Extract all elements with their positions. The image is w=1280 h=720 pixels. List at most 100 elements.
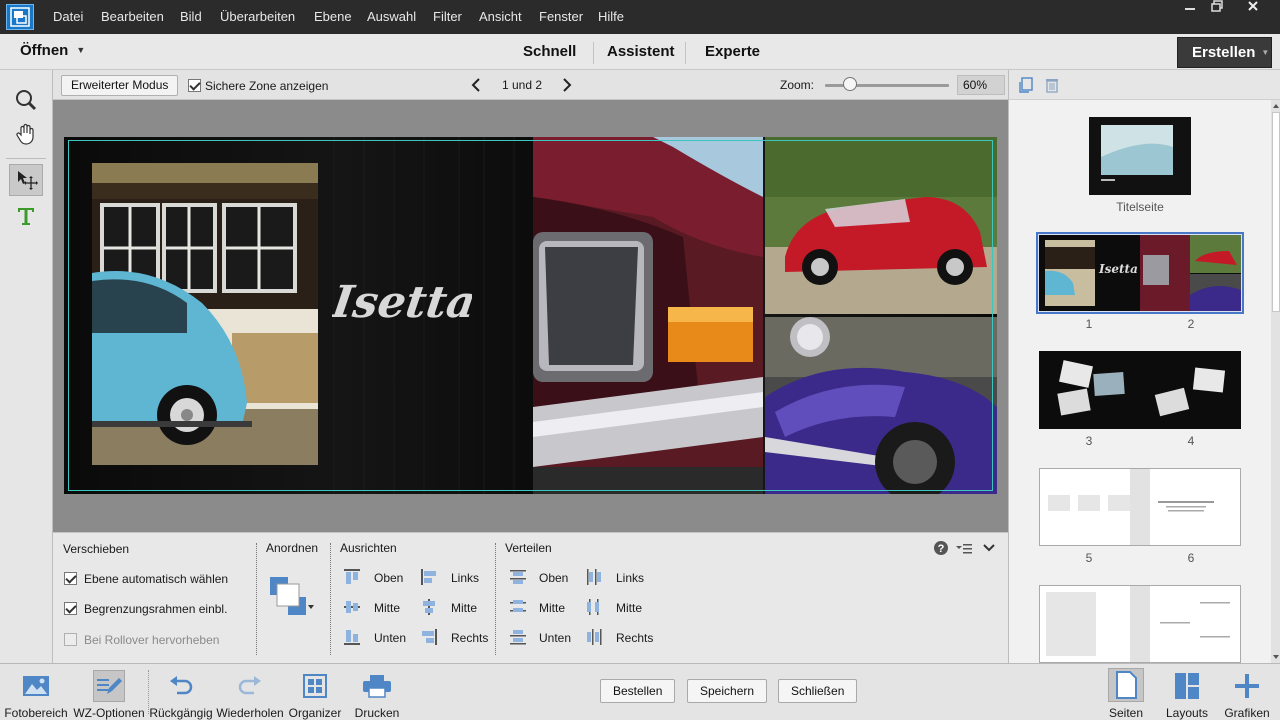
photo-red-convertible[interactable] <box>765 137 997 314</box>
print-button[interactable]: Drucken <box>350 664 404 720</box>
menu-ueberarbeiten[interactable]: Überarbeiten <box>220 9 295 24</box>
rollover-highlight-checkbox[interactable] <box>64 633 77 646</box>
redo-button[interactable]: Wiederholen <box>216 664 284 720</box>
create-button[interactable]: Erstellen ▼ <box>1177 37 1272 68</box>
undo-icon <box>165 670 197 702</box>
menu-ebene[interactable]: Ebene <box>314 9 352 24</box>
align-bottom-label[interactable]: Unten <box>374 631 406 645</box>
distribute-bottom-icon[interactable] <box>509 628 527 646</box>
safe-zone-checkbox[interactable] <box>188 79 201 92</box>
chevron-down-icon: ▼ <box>76 45 86 55</box>
align-middle-icon[interactable] <box>343 598 361 616</box>
align-left-icon[interactable] <box>420 568 438 586</box>
distribute-left-icon[interactable] <box>585 568 603 586</box>
save-button[interactable]: Speichern <box>687 679 768 703</box>
close-button[interactable]: Schließen <box>778 679 858 703</box>
distribute-middle-icon[interactable] <box>509 598 527 616</box>
page-thumb-5-6[interactable] <box>1039 468 1241 546</box>
tab-assistent[interactable]: Assistent <box>607 43 675 60</box>
tool-options-button[interactable]: WZ-Optionen <box>73 664 145 720</box>
layouts-button[interactable]: Layouts <box>1162 664 1212 720</box>
redo-icon <box>234 670 266 702</box>
page-thumb-title[interactable] <box>1089 117 1191 195</box>
delete-page-button[interactable] <box>1044 77 1060 93</box>
extended-mode-button[interactable]: Erweiterter Modus <box>61 75 179 96</box>
organizer-button[interactable]: Organizer <box>287 664 343 720</box>
undo-button[interactable]: Rückgängig <box>149 664 213 720</box>
distribute-right-label[interactable]: Rechts <box>616 631 653 645</box>
previous-page-button[interactable] <box>468 76 484 94</box>
photo-purple-car[interactable] <box>765 317 997 494</box>
next-page-button[interactable] <box>559 76 575 94</box>
isetta-title[interactable]: Isetta <box>332 276 472 328</box>
tab-experte[interactable]: Experte <box>705 43 760 60</box>
page-thumb-7-8[interactable] <box>1039 585 1241 663</box>
align-center-icon[interactable] <box>420 598 438 616</box>
photobook-spread[interactable]: Isetta <box>64 137 997 494</box>
align-left-label[interactable]: Links <box>451 571 479 585</box>
show-bounding-box-checkbox[interactable] <box>64 602 77 615</box>
menu-ansicht[interactable]: Ansicht <box>479 9 522 24</box>
menu-auswahl[interactable]: Auswahl <box>367 9 416 24</box>
menu-bearbeiten[interactable]: Bearbeiten <box>101 9 164 24</box>
zoom-value-field[interactable]: 60% <box>957 75 1005 95</box>
tab-schnell[interactable]: Schnell <box>523 43 576 60</box>
align-top-icon[interactable] <box>343 568 361 586</box>
hand-tool[interactable] <box>9 118 43 150</box>
distribute-top-icon[interactable] <box>509 568 527 586</box>
photo-purple-car-image <box>765 317 997 494</box>
distribute-top-label[interactable]: Oben <box>539 571 568 585</box>
restore-button[interactable] <box>1202 0 1232 18</box>
graphics-button[interactable]: Grafiken <box>1222 664 1272 720</box>
distribute-middle-label[interactable]: Mitte <box>539 601 565 615</box>
collapse-panel-button[interactable] <box>981 540 997 556</box>
arrange-button[interactable] <box>268 575 318 617</box>
zoom-label: Zoom: <box>780 78 815 92</box>
zoom-tool[interactable] <box>9 84 43 116</box>
distribute-center-icon[interactable] <box>585 598 603 616</box>
order-button[interactable]: Bestellen <box>600 679 676 703</box>
align-right-label[interactable]: Rechts <box>451 631 488 645</box>
app-logo[interactable] <box>6 4 34 30</box>
add-page-icon <box>1019 77 1033 93</box>
distribute-left-label[interactable]: Links <box>616 571 644 585</box>
align-right-icon[interactable] <box>420 628 438 646</box>
photo-red-car-closeup[interactable] <box>533 137 763 494</box>
menu-bild[interactable]: Bild <box>180 9 202 24</box>
align-center-label[interactable]: Mitte <box>451 601 477 615</box>
auto-select-layer-checkbox[interactable] <box>64 572 77 585</box>
align-top-label[interactable]: Oben <box>374 571 403 585</box>
chevron-down-icon <box>983 544 995 552</box>
pages-scrollbar-thumb[interactable] <box>1272 112 1280 312</box>
panel-menu-button[interactable] <box>955 540 973 556</box>
align-bottom-icon[interactable] <box>343 628 361 646</box>
close-window-button[interactable] <box>1238 0 1268 18</box>
menu-filter[interactable]: Filter <box>433 9 462 24</box>
mode-bar: Öffnen ▼ Schnell Assistent Experte Erstel… <box>0 34 1280 70</box>
distribute-center-label[interactable]: Mitte <box>616 601 642 615</box>
help-button[interactable]: ? <box>933 540 949 556</box>
page-thumb-1-2[interactable]: Isetta <box>1039 235 1241 311</box>
pages-scrollbar[interactable] <box>1271 100 1280 663</box>
canvas-area[interactable]: Isetta <box>53 100 1008 532</box>
photo-bin-button[interactable]: Fotobereich <box>3 664 69 720</box>
scroll-up-icon[interactable] <box>1271 102 1280 110</box>
page-thumb-3-4[interactable] <box>1039 351 1241 429</box>
menu-hilfe[interactable]: Hilfe <box>598 9 624 24</box>
photo-isetta-blue[interactable] <box>92 163 318 465</box>
rollover-highlight-label: Bei Rollover hervorheben <box>84 633 220 647</box>
align-middle-label[interactable]: Mitte <box>374 601 400 615</box>
pages-button[interactable]: Seiten <box>1104 664 1148 720</box>
move-tool[interactable] <box>9 164 43 196</box>
zoom-slider-thumb[interactable] <box>842 77 857 91</box>
distribute-right-icon[interactable] <box>585 628 603 646</box>
scroll-down-icon[interactable] <box>1271 653 1280 661</box>
text-tool[interactable] <box>9 200 43 232</box>
menu-fenster[interactable]: Fenster <box>539 9 583 24</box>
menu-datei[interactable]: Datei <box>53 9 83 24</box>
open-button[interactable]: Öffnen ▼ <box>20 42 85 59</box>
distribute-bottom-label[interactable]: Unten <box>539 631 571 645</box>
minimize-button[interactable] <box>1175 0 1205 18</box>
minimize-icon <box>1185 8 1195 10</box>
add-page-button[interactable] <box>1018 77 1034 93</box>
